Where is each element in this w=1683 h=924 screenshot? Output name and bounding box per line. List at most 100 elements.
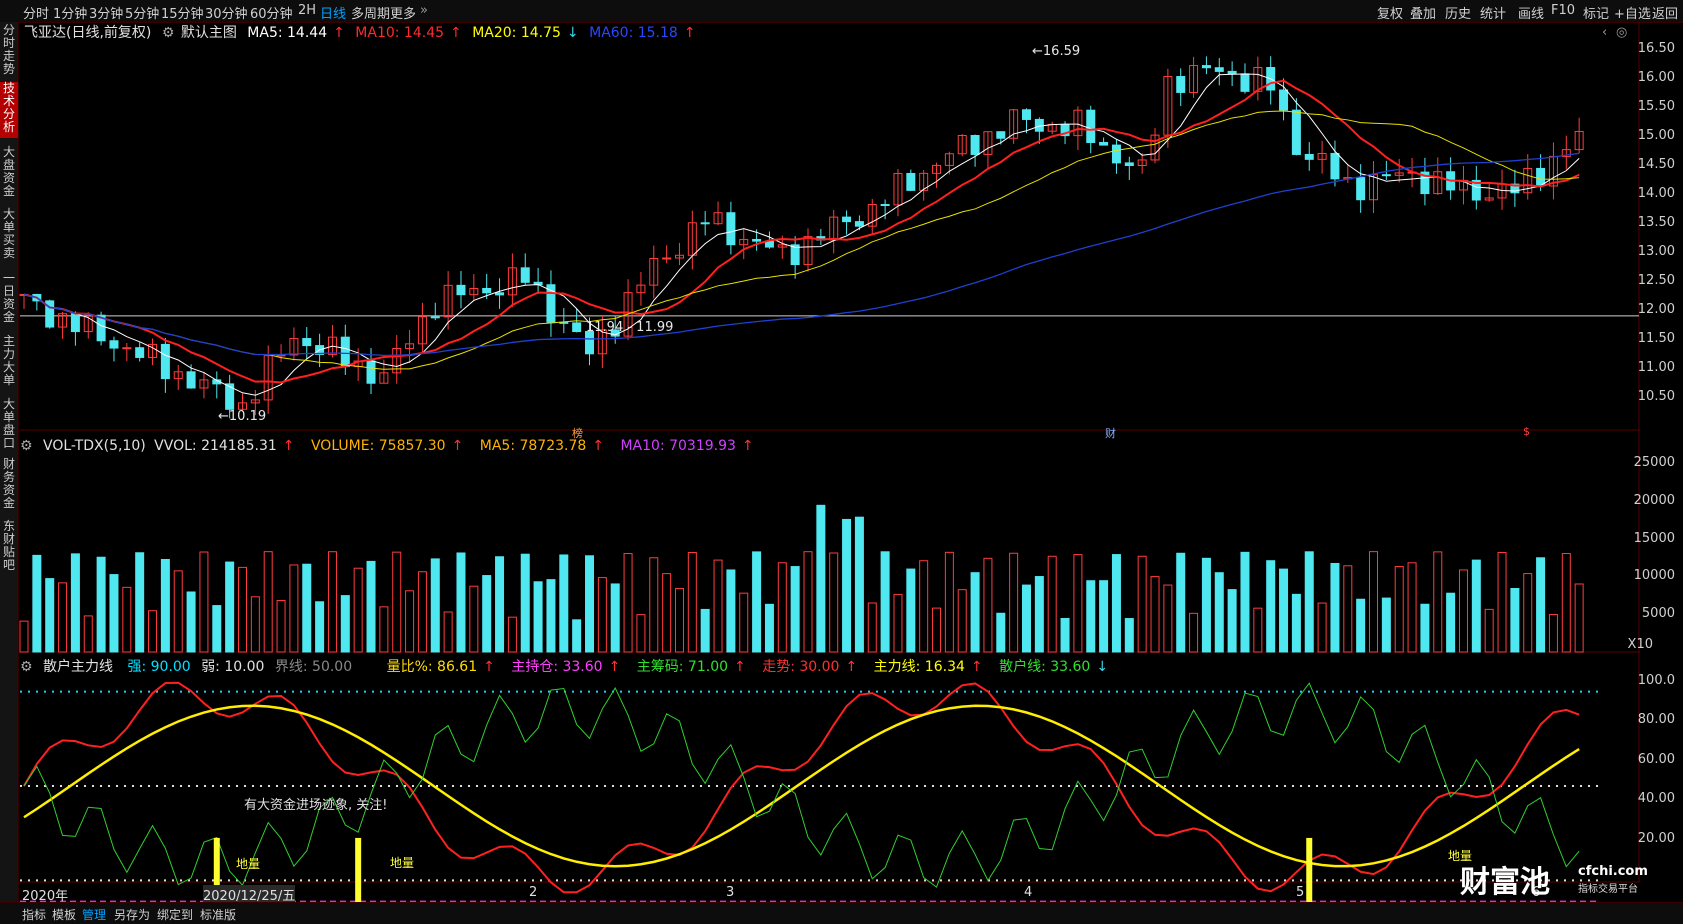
main-line-label: 主力线: 16.34 ↑: [873, 659, 983, 675]
template-name[interactable]: 默认主图: [181, 25, 237, 41]
volume-bar: [109, 574, 119, 653]
indicator-gear-icon[interactable]: ⚙: [20, 659, 33, 675]
volume-bar: [623, 553, 633, 653]
candle-body: [1279, 89, 1289, 111]
volume-bar: [932, 607, 942, 653]
price-tick: 16.00: [1637, 70, 1675, 85]
candle-body: [122, 347, 132, 350]
volume-bar: [1394, 566, 1404, 653]
candle-body: [456, 284, 466, 296]
bind-to-button[interactable]: 绑定到: [157, 906, 193, 923]
volume-bar: [880, 551, 890, 653]
date-tick: 4: [1024, 885, 1033, 900]
volume-bar: [1317, 602, 1327, 653]
watermark-name: 财富池: [1460, 865, 1550, 900]
volume-bar: [1099, 580, 1109, 653]
volume-bar: [572, 619, 582, 653]
candle-body: [1111, 144, 1121, 164]
volume-bar: [1253, 607, 1263, 653]
volume-bar: [1548, 614, 1558, 653]
template-gear-icon[interactable]: ⚙: [162, 25, 175, 41]
volume-bar: [585, 555, 595, 653]
event-dividend-icon[interactable]: $: [1523, 425, 1530, 438]
volume-bar: [1471, 559, 1481, 653]
price-tick: 13.50: [1637, 215, 1675, 230]
candle-body: [1356, 177, 1366, 201]
chip-label: 主筹码: 71.00 ↑: [636, 659, 746, 675]
kline-chart-canvas[interactable]: [0, 0, 1683, 923]
collapse-icon[interactable]: ‹: [1602, 25, 1607, 40]
retail-line-label: 散户线: 33.60 ↓: [999, 659, 1109, 675]
volume-bar: [687, 552, 697, 653]
volume-bar: [199, 551, 209, 653]
volume-gear-icon[interactable]: ⚙: [20, 438, 33, 454]
volume-bar: [430, 558, 440, 653]
volume-bar: [533, 581, 543, 653]
weak-label: 弱: 10.00: [201, 659, 265, 675]
low-price-label: ←10.19: [218, 409, 267, 424]
volume-bar: [45, 578, 55, 653]
ma60-label: MA60: 15.18 ↑: [589, 25, 696, 41]
volume-bar: [1510, 588, 1520, 653]
candle-body: [482, 287, 492, 294]
candle-body: [1214, 67, 1224, 72]
volume-bar: [417, 571, 427, 653]
save-as-button[interactable]: 另存为: [114, 906, 150, 923]
volume-bar: [983, 557, 993, 653]
indicator-button[interactable]: 指标: [22, 906, 46, 923]
volume-bar: [700, 608, 710, 653]
template-button[interactable]: 模板: [52, 906, 76, 923]
volume-bar: [315, 601, 325, 653]
candle-body: [854, 221, 864, 227]
volume-bar: [96, 556, 106, 653]
volume-bar: [212, 605, 222, 653]
volume-bar: [1214, 572, 1224, 653]
volume-bar: [263, 551, 273, 653]
manage-button[interactable]: 管理: [82, 906, 106, 923]
volume-bar: [135, 552, 145, 653]
boundary-label: 界线: 50.00: [274, 659, 353, 675]
volume-bars: [19, 504, 1584, 653]
volume-bar: [1060, 617, 1070, 653]
price-tick: 12.00: [1637, 302, 1675, 317]
watermark-site: cfchi.com: [1578, 864, 1648, 879]
volume-bar: [1536, 557, 1546, 653]
volume-bar: [83, 615, 93, 653]
low-volume-tag: 地量: [390, 856, 415, 870]
ma10-label: MA10: 14.45 ↑: [355, 25, 462, 41]
volume-bar: [1009, 552, 1019, 653]
volume-bar: [816, 504, 826, 653]
volume-bar: [58, 582, 68, 653]
vol-ma10-label: MA10: 70319.93 ↑: [620, 438, 754, 454]
volume-tick: 15000: [1633, 531, 1675, 546]
price-tick: 16.50: [1637, 41, 1675, 56]
volume-bar: [996, 612, 1006, 653]
volume-bar: [1124, 618, 1134, 653]
volume-bar: [1111, 554, 1121, 653]
event-finance-icon[interactable]: 财: [1105, 425, 1116, 441]
volume-bar: [366, 560, 376, 653]
candle-body: [1240, 73, 1250, 92]
volume-bar: [327, 551, 337, 653]
volume-bar: [237, 566, 247, 653]
volume-bar: [186, 591, 196, 653]
price-tick: 14.50: [1637, 157, 1675, 172]
strong-label: 强: 90.00: [127, 659, 191, 675]
volume-bar: [353, 567, 363, 653]
event-ranking-icon[interactable]: 榜: [572, 425, 583, 441]
indicator-name[interactable]: 散户主力线: [43, 659, 113, 675]
volume-bar: [456, 552, 466, 653]
standard-edition-button[interactable]: 标准版: [200, 906, 236, 923]
volume-bar: [764, 603, 774, 653]
volume-bar: [1304, 551, 1314, 653]
volume-bar: [1446, 592, 1456, 653]
close-circle-icon[interactable]: ◎: [1616, 25, 1627, 40]
indicator-tick: 60.00: [1637, 752, 1675, 767]
indicator-note: 有大资金进场迹象, 关注!: [244, 798, 388, 813]
volume-indicator-name[interactable]: VOL-TDX(5,10): [43, 438, 146, 454]
candle-body: [1330, 152, 1340, 180]
volume-bar: [379, 606, 389, 653]
volume-unit: X10: [1627, 637, 1653, 652]
volume-bar: [1458, 569, 1468, 653]
volume-bar: [867, 602, 877, 653]
